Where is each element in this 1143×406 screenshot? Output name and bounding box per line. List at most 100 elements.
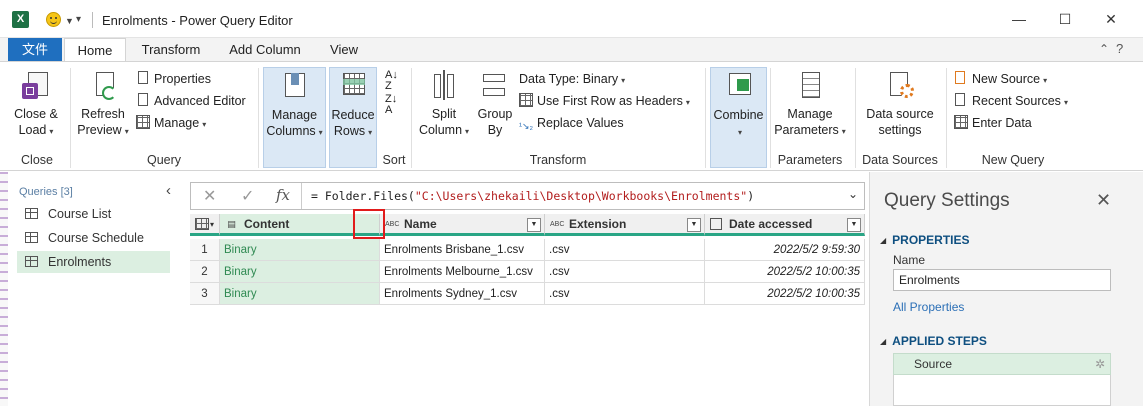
column-header-name[interactable]: ABC Name ▼: [380, 214, 545, 236]
maximize-button[interactable]: ☐: [1055, 9, 1075, 29]
datetime-type-icon: [710, 218, 722, 230]
split-column-button[interactable]: Split Column ▾: [415, 70, 473, 140]
all-properties-link[interactable]: All Properties: [893, 300, 964, 314]
close-settings-icon[interactable]: ✕: [1096, 190, 1111, 211]
manage-button[interactable]: Manage ▾: [136, 114, 206, 132]
table-icon: [25, 256, 38, 267]
tab-transform[interactable]: Transform: [132, 38, 210, 61]
cell-extension[interactable]: .csv: [545, 283, 705, 305]
ribbon: Close & Load ▾ Close Refresh Preview ▾ Pro…: [0, 61, 1143, 171]
group-by-button[interactable]: Group By: [475, 70, 515, 138]
confirm-formula-icon[interactable]: ✓: [241, 186, 254, 206]
customize-quick-access-icon[interactable]: ▾: [76, 14, 81, 25]
refresh-preview-button[interactable]: Refresh Preview ▾: [74, 70, 132, 140]
row-number[interactable]: 3: [190, 283, 220, 305]
filter-dropdown-icon[interactable]: ▼: [687, 218, 701, 232]
filter-dropdown-icon[interactable]: ▼: [527, 218, 541, 232]
expand-formula-icon[interactable]: ⌄: [848, 187, 858, 201]
tab-home[interactable]: Home: [64, 38, 126, 62]
manage-parameters-button[interactable]: Manage Parameters ▾: [772, 70, 848, 140]
group-label-transform: Transform: [529, 153, 587, 167]
cell-date-accessed[interactable]: 2022/5/2 10:00:35: [705, 283, 865, 305]
tab-view[interactable]: View: [320, 38, 368, 61]
cell-name[interactable]: Enrolments Sydney_1.csv: [380, 283, 545, 305]
table-menu-button[interactable]: ▾: [190, 214, 220, 236]
new-source-button[interactable]: New Source ▾: [954, 70, 1047, 88]
row-number[interactable]: 1: [190, 239, 220, 261]
group-label-sort: Sort: [382, 153, 406, 167]
name-label: Name: [893, 253, 926, 267]
minimize-button[interactable]: —: [1009, 9, 1029, 29]
quick-access-dropdown-icon[interactable]: ▼: [65, 16, 74, 26]
properties-header[interactable]: ◢ PROPERTIES: [880, 233, 970, 247]
cell-extension[interactable]: .csv: [545, 239, 705, 261]
collapse-queries-icon[interactable]: ‹: [166, 182, 171, 199]
formula-input[interactable]: = Folder.Files("C:\Users\zhekaili\Deskto…: [311, 189, 754, 203]
binary-link[interactable]: Binary: [220, 239, 380, 261]
group-label-close: Close: [21, 153, 53, 167]
applied-steps-header[interactable]: ◢ APPLIED STEPS: [880, 334, 987, 348]
column-header-extension[interactable]: ABC Extension ▼: [545, 214, 705, 236]
feedback-smiley-icon[interactable]: [46, 12, 61, 27]
sort-ascending-icon[interactable]: A↓ Z: [385, 70, 398, 92]
cell-name[interactable]: Enrolments Brisbane_1.csv: [380, 239, 545, 261]
data-type-dropdown[interactable]: Data Type: Binary ▾: [519, 70, 625, 88]
close-load-button[interactable]: Close & Load ▾: [10, 70, 62, 140]
manage-table-icon: [136, 115, 150, 129]
help-icon[interactable]: ?: [1116, 41, 1123, 56]
manage-columns-button[interactable]: Manage Columns ▾: [263, 67, 326, 168]
recent-sources-button[interactable]: Recent Sources ▾: [954, 92, 1068, 110]
cancel-formula-icon[interactable]: ✕: [203, 186, 216, 206]
step-source[interactable]: Source ✲: [893, 353, 1111, 375]
data-source-settings-label-1: Data source: [866, 107, 934, 121]
reduce-rows-button[interactable]: Reduce Rows ▾: [329, 67, 377, 168]
query-item-course-schedule[interactable]: Course Schedule: [17, 227, 170, 249]
advanced-editor-button[interactable]: Advanced Editor: [136, 92, 246, 110]
text-type-icon: ABC: [385, 221, 400, 228]
group-separator: [855, 68, 856, 168]
data-source-settings-button[interactable]: Data source settings: [860, 70, 940, 138]
combine-label: Combine: [713, 108, 764, 122]
use-first-row-headers-button[interactable]: Use First Row as Headers ▾: [519, 92, 690, 110]
highlight-box: [353, 209, 385, 239]
binary-link[interactable]: Binary: [220, 283, 380, 305]
group-separator: [770, 68, 771, 168]
properties-button[interactable]: Properties: [136, 70, 211, 88]
manage-columns-label-2: Columns ▾: [266, 124, 323, 138]
group-by-label-1: Group: [477, 107, 513, 121]
formula-bar: ✕ ✓ fx = Folder.Files("C:\Users\zhekaili…: [190, 182, 865, 210]
group-label-query: Query: [146, 153, 182, 167]
enter-data-button[interactable]: Enter Data: [954, 114, 1032, 132]
collapse-ribbon-icon[interactable]: ⌃: [1099, 42, 1109, 56]
column-header-date-accessed[interactable]: Date accessed ▼: [705, 214, 865, 236]
replace-values-icon: ¹↘₂: [519, 121, 534, 131]
cell-extension[interactable]: .csv: [545, 261, 705, 283]
close-window-button[interactable]: ✕: [1101, 9, 1121, 29]
title-bar: X ▼ ▾ Enrolments - Power Query Editor — …: [0, 0, 1143, 38]
tab-file[interactable]: 文件: [8, 38, 62, 61]
reduce-rows-icon: [337, 71, 369, 103]
close-load-icon: [20, 70, 52, 102]
query-item-enrolments[interactable]: Enrolments: [17, 251, 170, 273]
refresh-label-1: Refresh: [81, 107, 125, 121]
gear-icon[interactable]: ✲: [1095, 354, 1105, 374]
query-name-input[interactable]: Enrolments: [893, 269, 1111, 291]
cell-name[interactable]: Enrolments Melbourne_1.csv: [380, 261, 545, 283]
ribbon-tabs: 文件 Home Transform Add Column View ⌃ ?: [0, 38, 1143, 62]
filter-dropdown-icon[interactable]: ▼: [847, 218, 861, 232]
replace-values-button[interactable]: ¹↘₂ Replace Values: [519, 114, 624, 132]
properties-icon: [136, 71, 150, 85]
fx-icon[interactable]: fx: [276, 186, 290, 204]
query-settings-pane: Query Settings ✕ ◢ PROPERTIES Name Enrolm…: [869, 172, 1143, 406]
binary-link[interactable]: Binary: [220, 261, 380, 283]
formula-separator: [301, 183, 302, 209]
query-item-course-list[interactable]: Course List: [17, 203, 170, 225]
cell-date-accessed[interactable]: 2022/5/2 9:59:30: [705, 239, 865, 261]
tab-add-column[interactable]: Add Column: [220, 38, 310, 61]
excel-logo-icon: X: [12, 11, 29, 28]
sort-descending-icon[interactable]: Z↓ A: [385, 94, 397, 116]
group-by-label-2: By: [487, 123, 503, 137]
row-number[interactable]: 2: [190, 261, 220, 283]
cell-date-accessed[interactable]: 2022/5/2 10:00:35: [705, 261, 865, 283]
combine-button[interactable]: Combine ▾: [710, 67, 767, 168]
